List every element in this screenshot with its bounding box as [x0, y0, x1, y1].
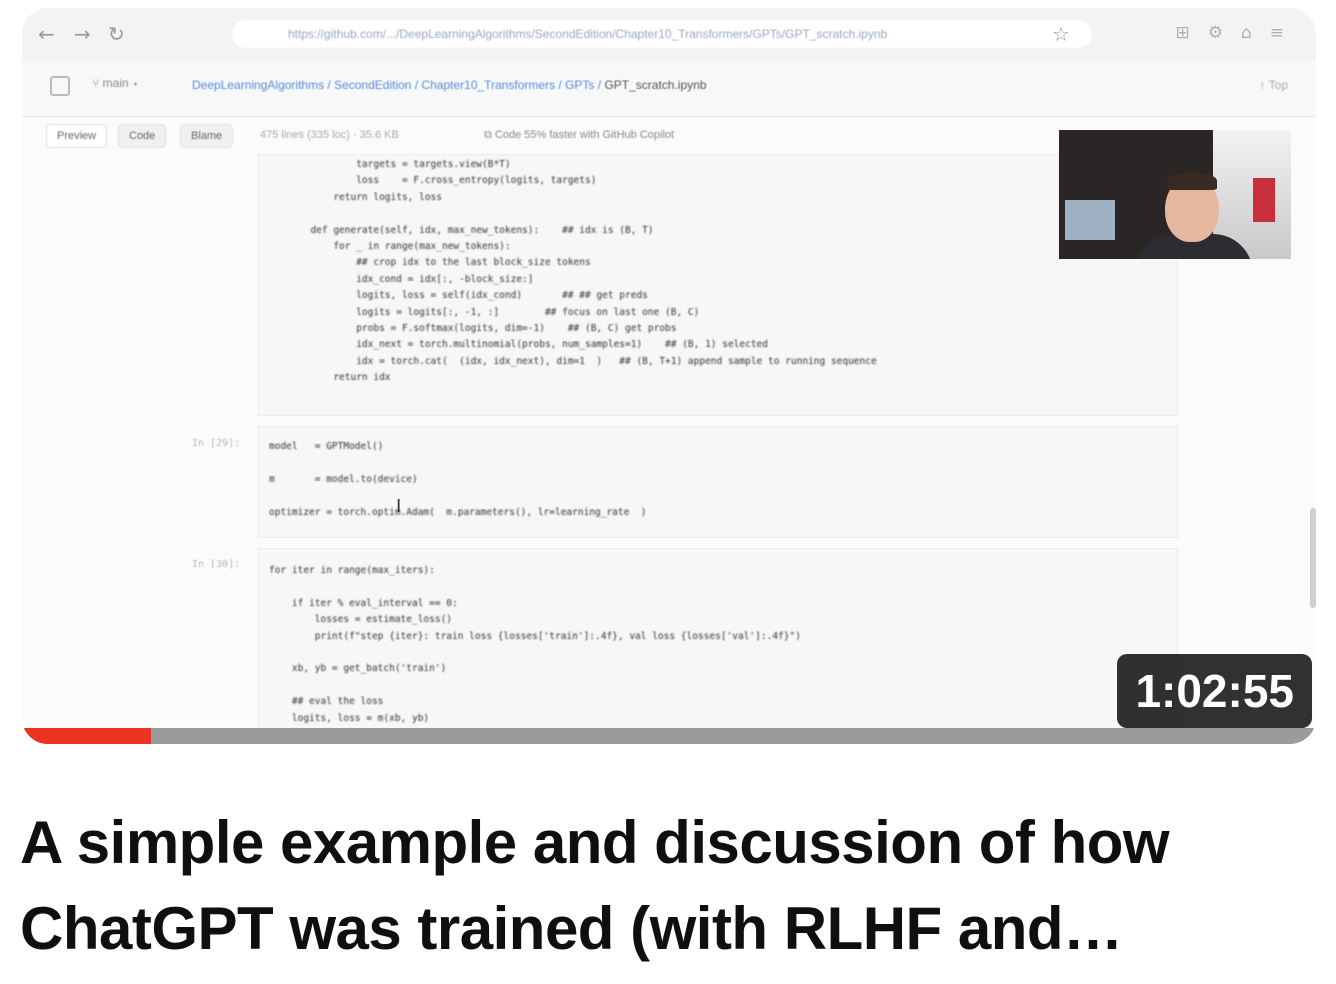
cell-prompt: In [30]: — [192, 559, 241, 570]
url-bar: https://github.com/.../DeepLearningAlgor… — [232, 20, 1092, 48]
watch-progress-bar — [22, 728, 1316, 744]
code-cell: targets = targets.view(B*T) loss = F.cro… — [258, 154, 1178, 416]
branch-selector: ⑂ main ▾ — [92, 76, 140, 90]
text-cursor-icon: I — [396, 496, 402, 517]
breadcrumb: DeepLearningAlgorithms / SecondEdition /… — [192, 78, 707, 92]
watch-progress-fill — [22, 728, 152, 744]
tab-blame: Blame — [180, 124, 234, 148]
video-title[interactable]: A simple example and discussion of how C… — [20, 800, 1310, 972]
file-info: 475 lines (335 loc) · 35.6 KB — [260, 129, 399, 141]
video-thumbnail[interactable]: ← → ↻ ○ 🔒 https://github.com/.../DeepLea… — [22, 8, 1316, 744]
tab-preview: Preview — [46, 124, 108, 148]
code-block: targets = targets.view(B*T) loss = F.cro… — [310, 159, 877, 384]
scrollbar — [1310, 508, 1316, 608]
star-icon: ☆ — [1052, 22, 1070, 46]
file-name: GPT_scratch.ipynb — [604, 78, 707, 92]
webcam-presenter-icon — [1059, 130, 1291, 259]
tab-code: Code — [118, 124, 167, 148]
arrow-left-icon: ← — [38, 22, 55, 46]
browser-chrome: ← → ↻ ○ 🔒 https://github.com/.../DeepLea… — [22, 8, 1316, 61]
duration-badge: 1:02:55 — [1117, 654, 1312, 728]
browser-toolbar-icons: ⊞⚙⌂≡ — [1175, 23, 1302, 43]
cell-prompt: In [29]: — [192, 438, 241, 449]
top-button: ↑ Top — [1259, 78, 1288, 92]
arrow-right-icon: → — [74, 22, 91, 46]
copilot-banner: ⧉ Code 55% faster with GitHub Copilot — [484, 129, 675, 141]
sidebar-toggle-icon — [50, 76, 70, 96]
code-cell: model = GPTModel() m = model.to(device) … — [258, 426, 1178, 538]
code-block: model = GPTModel() m = model.to(device) … — [269, 441, 647, 518]
reload-icon: ↻ — [108, 22, 125, 46]
repo-header: ⑂ main ▾ DeepLearningAlgorithms / Second… — [22, 60, 1316, 117]
code-cell: for iter in range(max_iters): if iter % … — [258, 548, 1178, 744]
code-block: for iter in range(max_iters): if iter % … — [269, 565, 801, 724]
